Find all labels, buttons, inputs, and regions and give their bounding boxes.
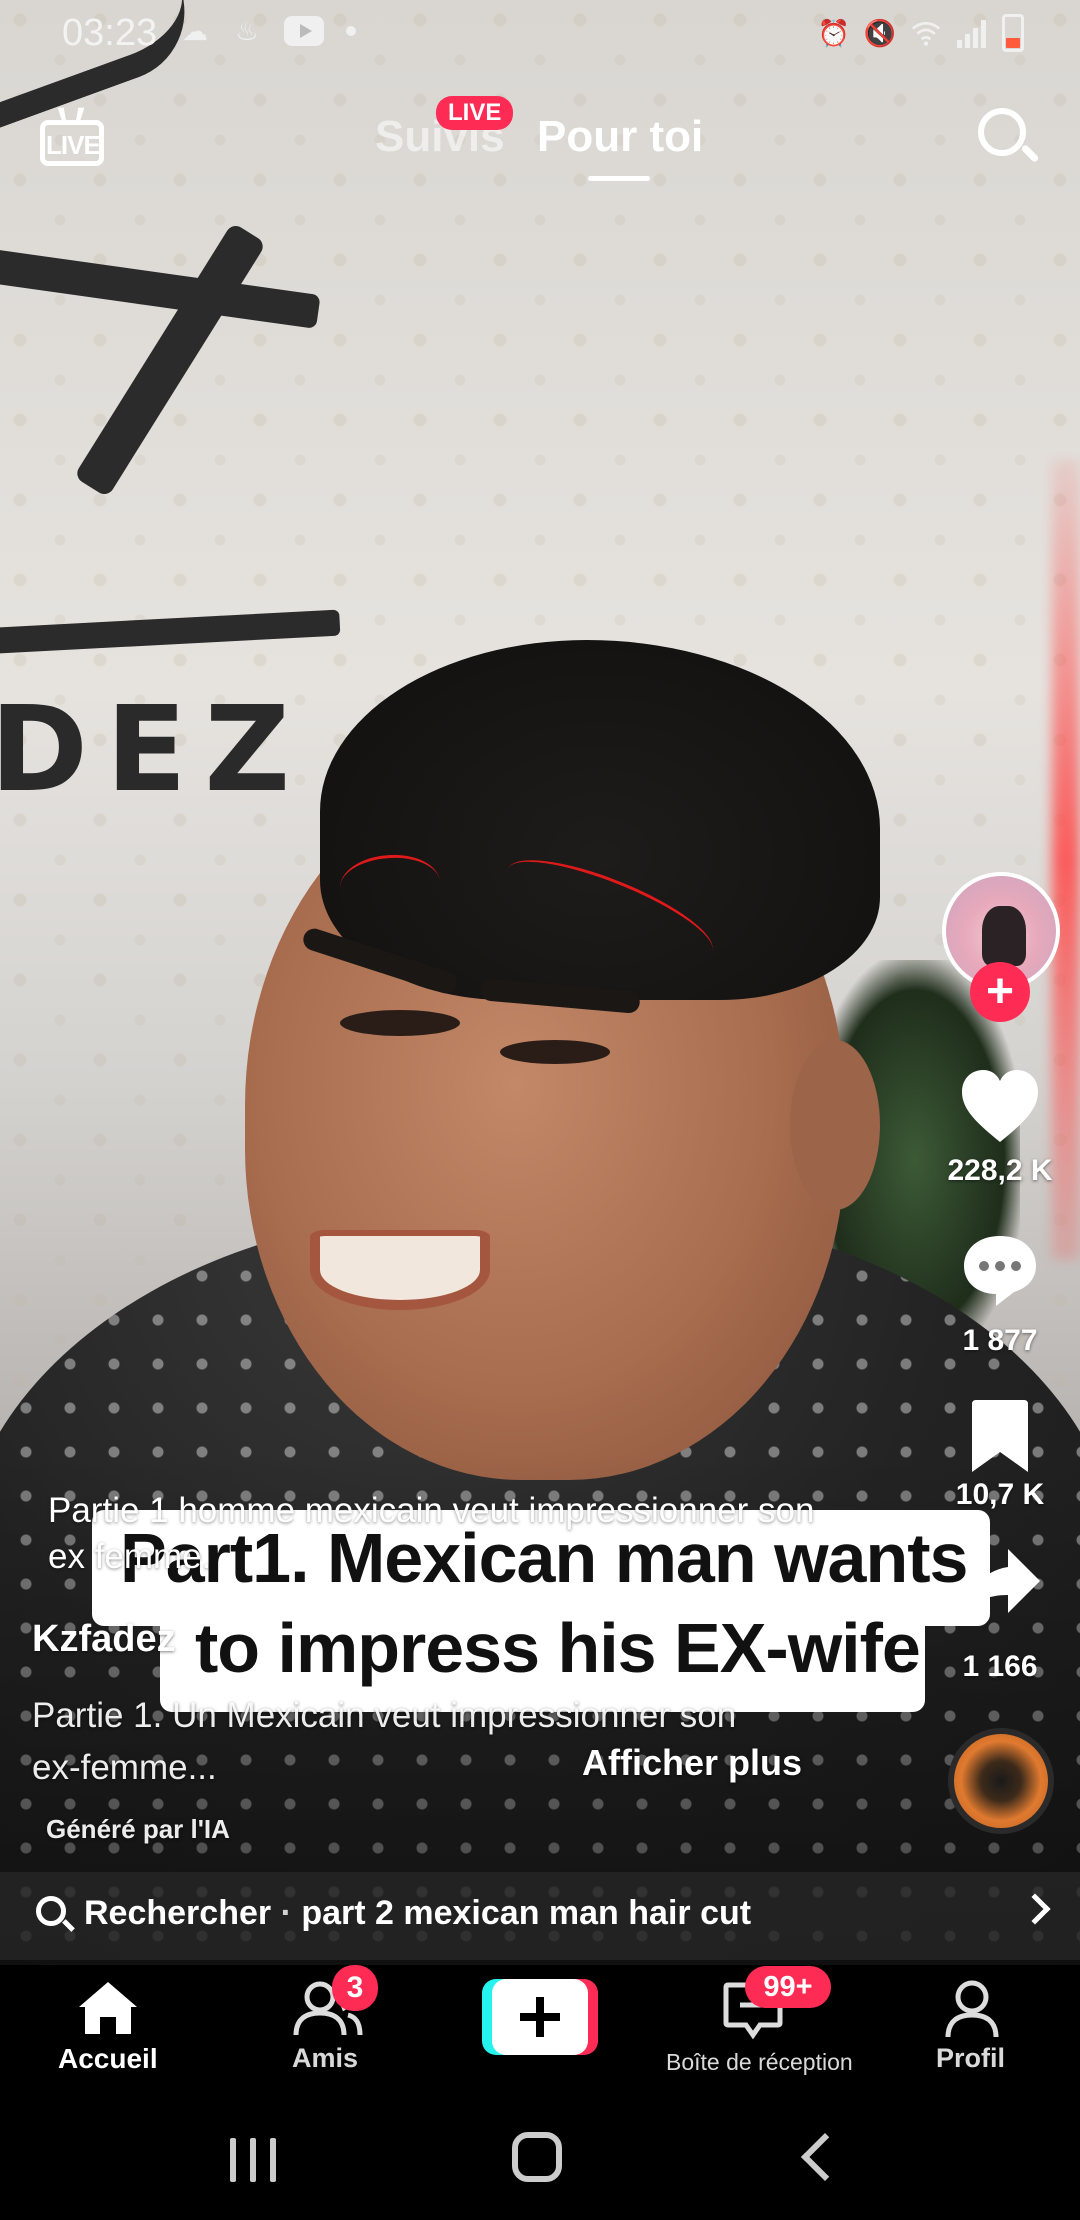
ai-generated-label: Généré par l'IA	[46, 1814, 230, 1844]
home-button-icon[interactable]	[512, 2132, 562, 2182]
search-icon-ring	[978, 108, 1026, 156]
eye	[500, 1040, 610, 1064]
status-time: 03:23	[62, 12, 158, 54]
battery-icon	[1002, 14, 1024, 52]
comment-count: 1 877	[962, 1324, 1038, 1357]
follow-button[interactable]: +	[970, 962, 1030, 1022]
bookmark-count: 10,7 K	[955, 1478, 1045, 1511]
notification-icons: ☁ ♨	[180, 16, 356, 46]
smile	[310, 1230, 490, 1310]
neon-light	[1052, 460, 1080, 1260]
creator-username[interactable]: Kzfadez	[32, 1618, 176, 1661]
friends-badge: 3	[332, 1965, 378, 2011]
search-icon-handle	[62, 1919, 75, 1932]
live-icon-label: LIVE	[46, 130, 101, 160]
mute-icon: 🔇	[863, 17, 897, 48]
recents-icon[interactable]	[230, 2138, 276, 2182]
alarm-icon: ⏰	[817, 17, 851, 48]
antenna-icon	[57, 107, 85, 121]
search-icon[interactable]	[976, 106, 1040, 168]
comment-button[interactable]	[960, 1230, 1040, 1310]
see-more-link[interactable]: Afficher plus	[582, 1742, 802, 1784]
create-button[interactable]	[482, 1965, 598, 2100]
search-prefix: Rechercher	[84, 1894, 272, 1932]
tab-for-you[interactable]: Pour toi	[537, 112, 703, 162]
cloud-icon: ☁	[182, 15, 208, 46]
video-overlay-text: to impress his EX-wife	[195, 1609, 921, 1687]
eye	[340, 1010, 460, 1036]
inbox-badge: 99+	[745, 1966, 831, 2008]
search-icon	[36, 1896, 76, 1936]
avatar-figure	[982, 906, 1026, 966]
tab-inbox-label: Boîte de réception	[666, 2049, 853, 2075]
heart-icon	[962, 1070, 1038, 1142]
system-navigation-bar	[0, 2100, 1080, 2220]
dot-icon	[346, 26, 356, 36]
bookmark-icon	[972, 1400, 1028, 1472]
youtube-icon	[284, 16, 324, 46]
related-search-bar[interactable]: Rechercher · part 2 mexican man hair cut	[0, 1872, 1080, 1960]
thread-icon: ♨	[235, 15, 259, 46]
bookmark-button[interactable]	[966, 1398, 1034, 1474]
search-separator: ·	[280, 1894, 292, 1932]
translated-caption: Partie 1 homme mexicain veut impressionn…	[48, 1491, 815, 1576]
wifi-icon	[911, 18, 941, 48]
home-icon	[79, 1982, 137, 2034]
search-query: part 2 mexican man hair cut	[301, 1894, 752, 1932]
like-count: 228,2 K	[947, 1154, 1053, 1187]
tab-home[interactable]: Accueil	[48, 1965, 168, 2100]
tab-profile[interactable]: Profil	[922, 1965, 1022, 2100]
tab-profile-label: Profil	[936, 2043, 1006, 2073]
like-button[interactable]	[958, 1066, 1042, 1146]
person-ear	[790, 1040, 880, 1210]
plus-icon	[482, 1979, 598, 2055]
bottom-tab-bar: Accueil Amis Boîte de réception Profil	[0, 1965, 1080, 2100]
status-bar: 03:23 ☁ ♨ ⏰ 🔇	[0, 0, 1080, 70]
profile-icon	[945, 1980, 999, 2038]
active-tab-indicator	[588, 176, 650, 181]
back-icon[interactable]	[800, 2132, 850, 2182]
share-count: 1 166	[962, 1650, 1038, 1683]
related-search-text: Rechercher · part 2 mexican man hair cut	[84, 1894, 751, 1933]
comment-icon	[964, 1236, 1036, 1306]
live-button[interactable]: LIVE	[40, 104, 106, 168]
tab-home-label: Accueil	[58, 2043, 158, 2074]
tab-friends-label: Amis	[292, 2043, 359, 2073]
live-badge: LIVE	[436, 96, 514, 130]
chevron-right-icon	[1019, 1893, 1051, 1925]
search-icon-handle	[1020, 143, 1040, 164]
system-icons: ⏰ 🔇	[817, 14, 1024, 52]
wall-sign-text: DEZ	[0, 680, 309, 818]
music-disc-icon[interactable]	[948, 1728, 1054, 1834]
signal-icon	[957, 18, 986, 48]
